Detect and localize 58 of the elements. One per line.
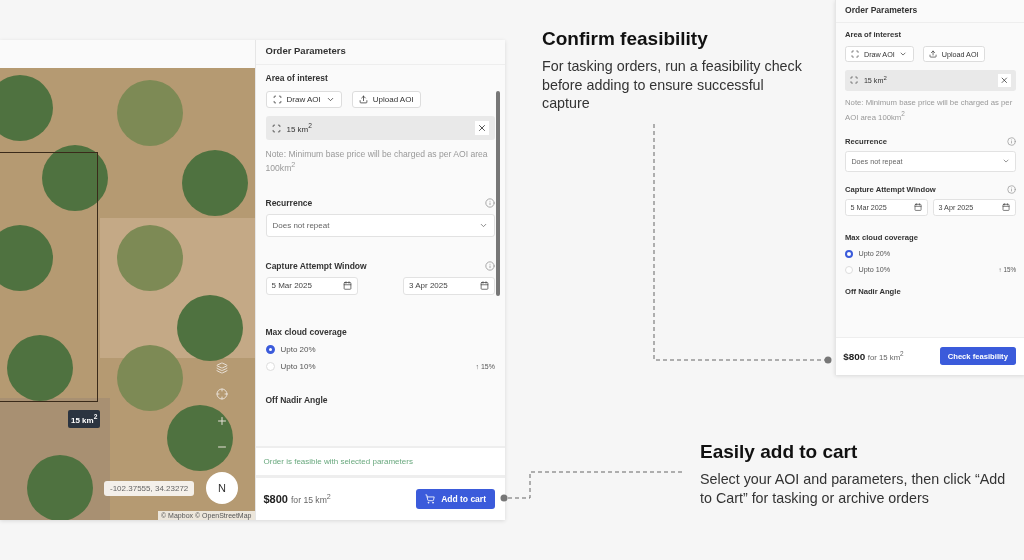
option-label: Upto 20%	[858, 249, 892, 259]
layers-icon[interactable]	[216, 362, 228, 374]
radio-button[interactable]	[265, 344, 275, 354]
action-button[interactable]: Add to cart	[416, 489, 495, 509]
price: $800	[263, 493, 288, 505]
scrollbar[interactable]	[496, 91, 500, 296]
info-icon[interactable]	[485, 197, 495, 208]
aoi-outline[interactable]	[0, 152, 98, 402]
crosshair-icon[interactable]	[216, 388, 228, 400]
date-field[interactable]: 5 Mar 2025	[265, 276, 358, 295]
date-field[interactable]: 3 Apr 2025	[933, 199, 1016, 216]
close-icon[interactable]	[475, 121, 489, 135]
upload-icon	[929, 50, 938, 59]
upload-icon	[358, 95, 368, 104]
scan-icon	[272, 95, 282, 104]
info-icon[interactable]	[485, 260, 495, 271]
chevron-icon	[325, 95, 335, 104]
upload-aoi-button[interactable]: Upload AOI	[922, 46, 985, 63]
option-label: Upto 10%	[858, 265, 892, 275]
scan-icon	[271, 123, 281, 133]
recurrence-select[interactable]: Does not repeat	[845, 151, 1016, 172]
zoom-in-icon[interactable]	[216, 415, 228, 427]
callout-text: For tasking orders, run a feasibility check before adding to ensure successful capture	[542, 57, 803, 113]
info-icon[interactable]	[1007, 136, 1016, 146]
price: $800	[843, 351, 866, 363]
section-label: Off Nadir Angle	[265, 394, 329, 405]
note-text: Note: Minimum base price will be charged as per AOI area 100km$^{2}$	[265, 148, 489, 174]
cart-icon	[425, 494, 436, 504]
upload-aoi-button[interactable]: Upload AOI	[351, 91, 421, 108]
callout-title: Confirm feasibility	[542, 28, 709, 50]
status-message: Order is feasible with selected parameters	[255, 446, 505, 477]
option-label: Upto 20%	[280, 344, 317, 354]
coordinates-label: -102.37555, 34.23272	[104, 481, 195, 496]
date-field[interactable]: 5 Mar 2025	[845, 199, 928, 216]
scan-icon	[850, 76, 859, 85]
draw-aoi-button[interactable]: Draw AOI	[845, 46, 914, 63]
calendar-icon	[342, 281, 352, 291]
price-unit: for 15 km$^{2}$	[291, 493, 331, 505]
callout-text: Select your AOI and parameters, then click “Add to Cart” for tasking or archive orders	[700, 470, 1007, 508]
option-label: Upto 10%	[280, 361, 317, 371]
date-field[interactable]: 3 Apr 2025	[403, 276, 495, 295]
aoi-area: 15 km$^{2}$	[286, 122, 312, 134]
section-label: Recurrence	[265, 197, 313, 208]
calendar-icon	[480, 281, 489, 291]
draw-aoi-button[interactable]: Draw AOI	[265, 91, 342, 108]
area-label: 15 km$^{2}$	[68, 410, 101, 428]
section-label: Capture Attempt Window	[265, 260, 367, 271]
radio-button[interactable]	[845, 249, 854, 258]
close-icon[interactable]	[998, 74, 1011, 87]
info-icon[interactable]	[1007, 184, 1016, 194]
calendar-icon	[1002, 203, 1011, 212]
section-label: Area of interest	[265, 73, 329, 83]
recurrence-select[interactable]: Does not repeat	[265, 213, 495, 237]
callout-title: Easily add to cart	[700, 441, 859, 463]
aoi-area: 15 km$^{2}$	[863, 75, 887, 86]
calendar-icon	[914, 203, 923, 212]
section-label: Max cloud coverage	[265, 326, 348, 337]
scan-icon	[851, 50, 860, 59]
